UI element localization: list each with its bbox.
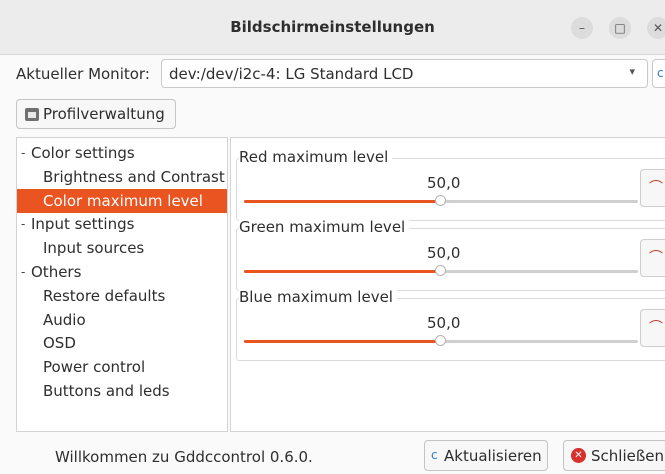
minimize-button[interactable]: –	[571, 17, 593, 39]
close-icon: ✕	[652, 21, 664, 35]
expander-icon[interactable]: -	[21, 260, 25, 284]
reset-icon: ⌒	[649, 250, 663, 266]
level-group-title: Blue maximum level	[239, 288, 397, 306]
refresh-icon: c	[657, 66, 664, 80]
reset-level-button[interactable]: ⌒	[640, 169, 665, 207]
tree-item[interactable]: Brightness and Contrast	[17, 165, 227, 189]
tree-item-label: Others	[31, 263, 82, 281]
tree-item-label: Input settings	[31, 215, 135, 234]
close-button[interactable]: ✕ Schließen	[563, 440, 665, 471]
minimize-icon: –	[579, 21, 585, 35]
monitor-refresh-button[interactable]: c	[652, 59, 665, 88]
slider-value: 50,0	[427, 314, 461, 332]
level-group: Green maximum level 50,0 ⌒	[236, 218, 665, 291]
slider-handle[interactable]	[435, 265, 446, 276]
tree-item[interactable]: - Color settings	[17, 141, 227, 165]
tree-item[interactable]: Restore defaults	[17, 284, 227, 308]
level-group: Red maximum level 50,0 ⌒	[236, 148, 665, 221]
tree-item[interactable]: Buttons and leds	[17, 379, 227, 403]
profile-manager-label: Profilverwaltung	[43, 105, 165, 123]
profile-manager-icon	[25, 108, 39, 121]
level-slider[interactable]	[244, 265, 638, 276]
tree-item-label: Color settings	[31, 144, 135, 162]
level-slider[interactable]	[244, 195, 638, 206]
tree-item[interactable]: OSD	[17, 331, 227, 355]
monitor-label: Aktueller Monitor:	[16, 65, 150, 83]
chevron-down-icon: ▾	[629, 65, 635, 78]
title-bar: Bildschirmeinstellungen – □ ✕	[0, 0, 665, 55]
reset-icon: ⌒	[649, 320, 663, 336]
slider-handle[interactable]	[435, 195, 446, 206]
slider-fill	[244, 270, 441, 273]
monitor-row: Aktueller Monitor: dev:/dev/i2c-4: LG St…	[0, 55, 665, 92]
reset-level-button[interactable]: ⌒	[640, 309, 665, 347]
tree-item-label: OSD	[43, 334, 76, 353]
slider-fill	[244, 340, 441, 343]
maximize-icon: □	[614, 21, 626, 35]
tree-item-label: Power control	[43, 358, 146, 377]
status-message: Willkommen zu Gddccontrol 0.6.0.	[55, 448, 313, 466]
level-group-title: Green maximum level	[239, 218, 410, 236]
slider-handle[interactable]	[435, 335, 446, 346]
refresh-button[interactable]: c Aktualisieren	[424, 440, 548, 471]
close-window-button[interactable]: ✕	[647, 17, 665, 39]
expander-icon[interactable]: -	[21, 141, 25, 165]
level-group-title: Red maximum level	[239, 148, 393, 166]
monitor-select-value: dev:/dev/i2c-4: LG Standard LCD	[169, 65, 414, 83]
settings-tree[interactable]: - Color settings Brightness and Contrast Co…	[16, 137, 228, 432]
tree-item[interactable]: Input sources	[17, 236, 227, 260]
close-button-label: Schließen	[591, 447, 665, 465]
expander-icon[interactable]: -	[21, 212, 25, 236]
level-group: Blue maximum level 50,0 ⌒	[236, 288, 665, 361]
refresh-button-label: Aktualisieren	[444, 447, 542, 465]
tree-item[interactable]: Power control	[17, 355, 227, 379]
tree-item[interactable]: Audio	[17, 308, 227, 332]
controls-panel: Red maximum level 50,0 ⌒ Green maximum leve…	[230, 137, 665, 432]
tree-item[interactable]: - Input settings	[17, 212, 227, 236]
reset-icon: ⌒	[649, 180, 663, 196]
tree-item-label: Input sources	[43, 239, 145, 258]
maximize-button[interactable]: □	[609, 17, 631, 39]
monitor-select[interactable]: dev:/dev/i2c-4: LG Standard LCD ▾	[161, 59, 648, 88]
level-slider[interactable]	[244, 335, 638, 346]
tree-item-label: Audio	[43, 310, 86, 329]
tree-item[interactable]: Color maximum level	[17, 188, 227, 213]
reset-level-button[interactable]: ⌒	[640, 239, 665, 277]
refresh-icon: c	[431, 448, 438, 462]
slider-value: 50,0	[427, 174, 461, 192]
close-circle-icon: ✕	[571, 448, 586, 463]
profile-manager-button[interactable]: Profilverwaltung	[16, 99, 176, 129]
tree-item-label: Brightness and Contrast	[43, 167, 225, 186]
tree-item[interactable]: - Others	[17, 260, 227, 284]
slider-value: 50,0	[427, 244, 461, 262]
tree-item-label: Color maximum level	[43, 191, 203, 210]
tree-item-label: Restore defaults	[43, 286, 166, 305]
window-title: Bildschirmeinstellungen	[230, 18, 435, 36]
slider-fill	[244, 200, 441, 203]
tree-item-label: Buttons and leds	[43, 382, 170, 400]
